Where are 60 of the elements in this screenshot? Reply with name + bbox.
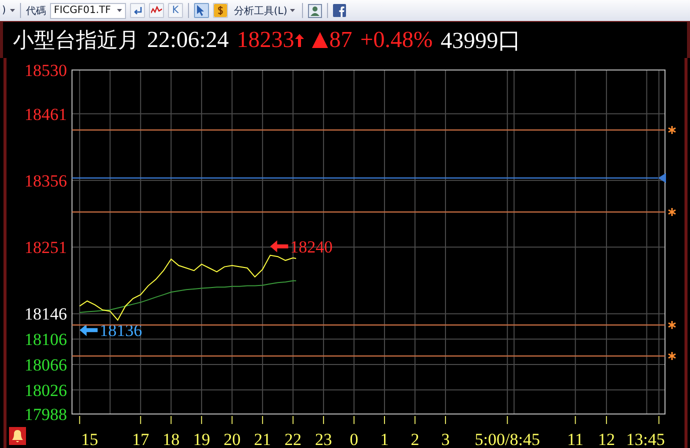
k-button[interactable]: K	[168, 3, 183, 18]
price-change: 87	[329, 27, 352, 53]
enter-button[interactable]	[130, 3, 145, 18]
quote-time: 22:06:24	[147, 27, 229, 53]
left-arrow-icon	[80, 324, 98, 336]
volume: 43999口	[440, 26, 522, 54]
high-price-label: 18240	[290, 237, 333, 256]
y-axis-label: 17988	[24, 405, 67, 424]
person-icon[interactable]	[308, 4, 322, 18]
last-price: 18233	[236, 27, 294, 53]
caret-icon	[290, 9, 296, 12]
y-axis-label: 18026	[24, 380, 67, 400]
x-axis-label: 18	[162, 430, 180, 448]
toolbar-text: )	[2, 5, 6, 16]
x-axis-label: 23	[315, 430, 332, 448]
x-axis-label: 17	[132, 430, 150, 448]
x-axis-label: 12	[598, 430, 615, 448]
x-axis-label: 11	[567, 430, 584, 448]
marker-icon	[658, 173, 666, 183]
y-axis-label: 18066	[24, 356, 67, 374]
instrument-name: 小型台指近月	[13, 27, 139, 54]
analysis-tools-menu[interactable]: 分析工具(L)	[232, 4, 298, 18]
up-arrow-icon	[295, 34, 304, 46]
facebook-logo-icon[interactable]	[333, 4, 346, 17]
x-axis-label: 3	[441, 430, 450, 448]
pointer-icon	[197, 5, 206, 16]
y-axis-label: 18251	[24, 238, 67, 258]
dollar-button[interactable]	[212, 3, 228, 18]
asterisk-icon	[668, 208, 676, 216]
bell-icon[interactable]	[9, 427, 26, 445]
code-field[interactable]: FICGF01.TF	[50, 2, 126, 18]
x-axis-label: 20	[224, 430, 241, 448]
y-axis-label: 18530	[24, 61, 67, 80]
y-axis-label: 18106	[24, 330, 67, 350]
percent-change: +0.48%	[360, 27, 433, 53]
dollar-icon	[214, 4, 227, 17]
up-triangle-icon	[312, 32, 328, 48]
y-axis-label: 18356	[24, 171, 67, 190]
y-axis-label: 18146	[24, 304, 67, 324]
x-axis-label: 22	[284, 430, 302, 448]
x-axis-label: 21	[254, 430, 272, 448]
x-axis-label: 13:45	[626, 430, 665, 448]
line-chart-icon	[150, 6, 162, 15]
caret-icon	[10, 9, 15, 12]
y-axis-label: 18461	[24, 104, 67, 124]
x-axis-label: 5:00/8:45	[474, 430, 540, 448]
x-axis-label: 0	[350, 430, 358, 448]
x-axis-label: 15	[81, 430, 98, 448]
x-axis-label: 2	[410, 430, 420, 448]
x-axis-label: 1	[380, 430, 389, 448]
asterisk-icon	[668, 352, 676, 360]
code-label: 代碼	[26, 4, 46, 18]
chart-button[interactable]	[148, 3, 164, 18]
enter-icon	[132, 6, 142, 14]
asterisk-icon	[668, 321, 676, 329]
caret-icon	[116, 9, 122, 12]
x-axis-label: 19	[193, 430, 210, 448]
asterisk-icon	[668, 126, 676, 134]
pointer-button[interactable]	[194, 3, 209, 18]
left-arrow-icon	[270, 240, 288, 252]
